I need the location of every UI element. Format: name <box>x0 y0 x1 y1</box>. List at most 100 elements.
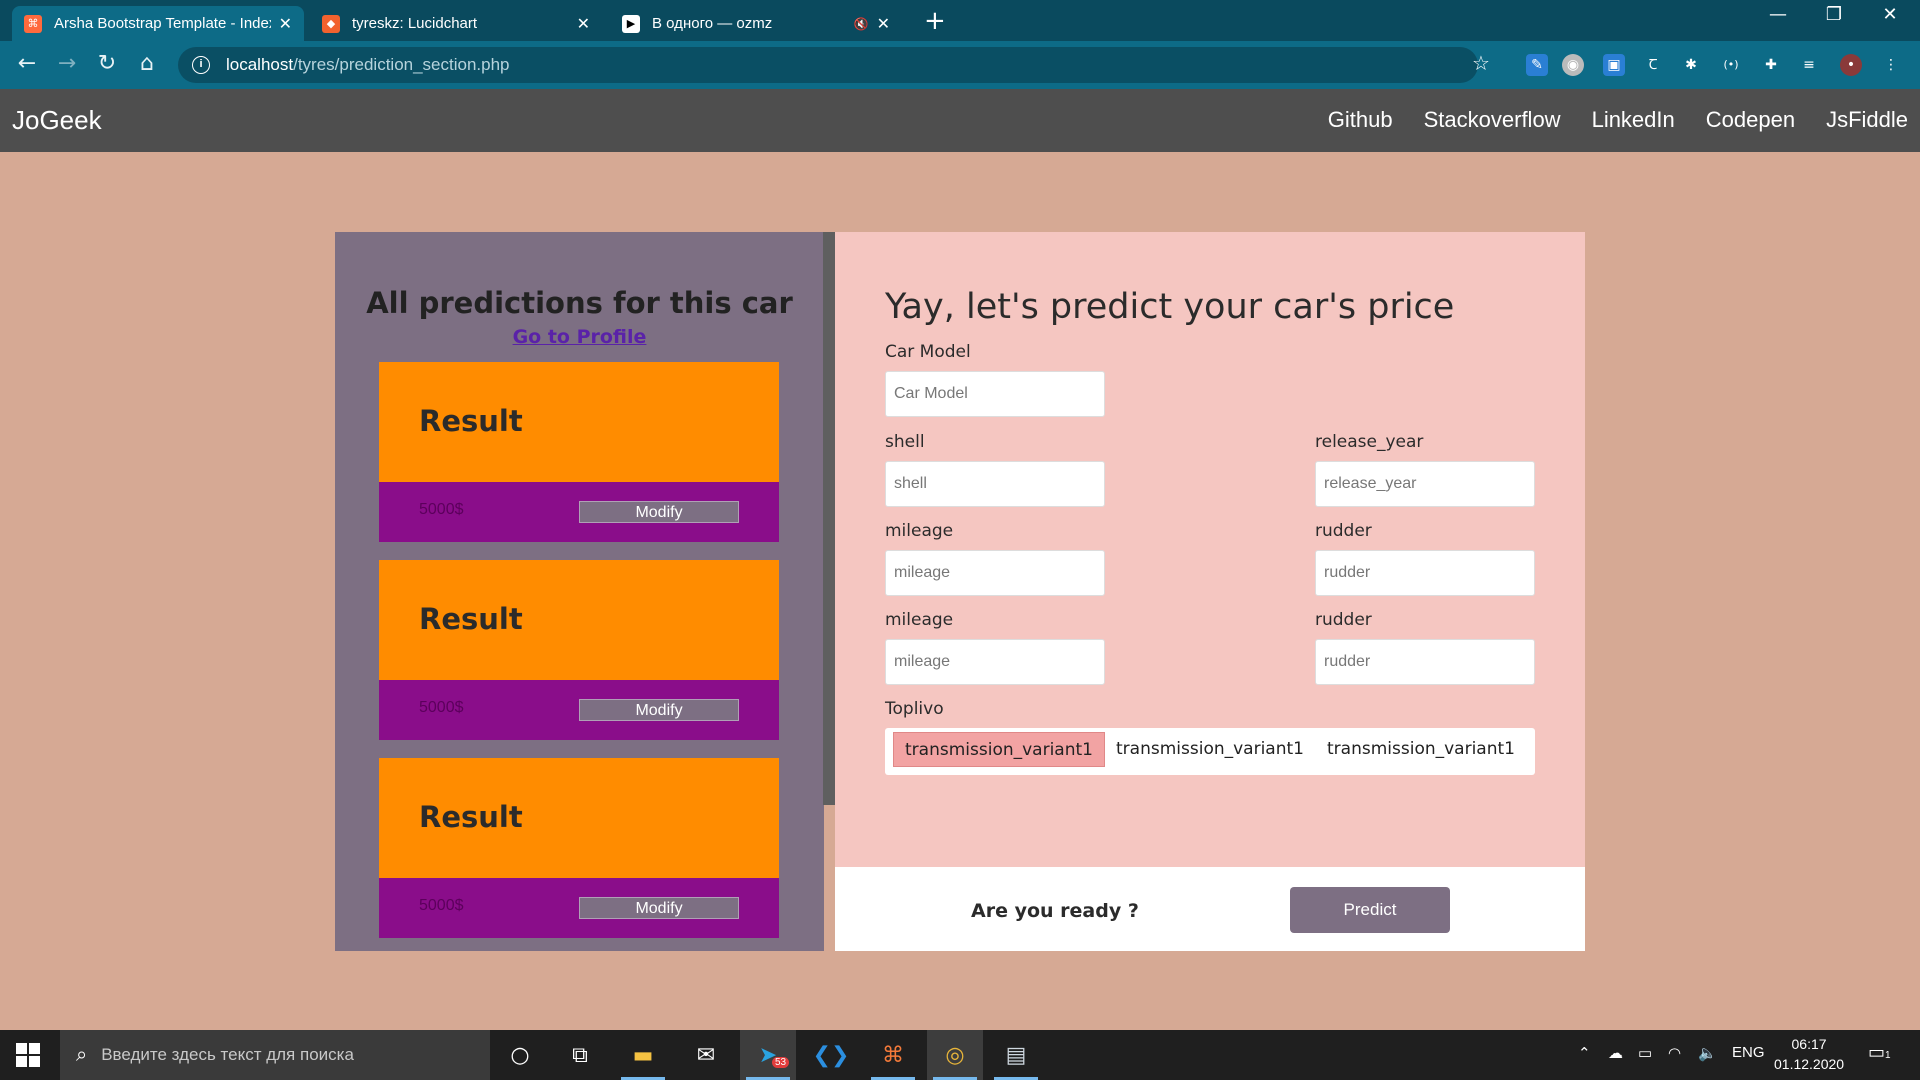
nav-link-codepen[interactable]: Codepen <box>1706 107 1795 133</box>
wifi-icon[interactable]: ◠ <box>1668 1044 1681 1062</box>
telegram-icon[interactable]: ➤ 53 <box>740 1030 796 1080</box>
card-price: 5000$ <box>419 897 464 914</box>
close-window-icon[interactable]: ✕ <box>1870 4 1910 25</box>
release-year-label: release_year <box>1315 432 1424 452</box>
rudder-label: rudder <box>1315 521 1372 541</box>
tab-title: В одного — ozmz <box>652 15 773 32</box>
search-icon: ⌕ <box>76 1043 88 1066</box>
language-indicator[interactable]: ENG <box>1732 1044 1765 1061</box>
extension-icon[interactable]: ✱ <box>1680 54 1702 76</box>
nav-link-github[interactable]: Github <box>1328 107 1393 133</box>
notification-icon[interactable]: ▭1 <box>1868 1042 1891 1063</box>
close-icon[interactable]: ✕ <box>877 14 890 34</box>
modify-button[interactable]: Modify <box>579 897 739 919</box>
browser-tabstrip: ⌘ Arsha Bootstrap Template - Index ✕ ◆ t… <box>0 0 1920 41</box>
battery-icon[interactable]: ▭ <box>1638 1044 1652 1062</box>
mileage-label: mileage <box>885 521 954 541</box>
url-path: /tyres/prediction_section.php <box>293 55 510 74</box>
puzzle-icon[interactable]: ✚ <box>1760 54 1782 76</box>
predict-button[interactable]: Predict <box>1290 887 1450 933</box>
release-year-input[interactable]: release_year <box>1315 461 1535 507</box>
cloud-icon[interactable]: ☁ <box>1608 1044 1623 1062</box>
rudder-label: rudder <box>1315 610 1372 630</box>
extension-icon[interactable]: ✎ <box>1526 54 1548 76</box>
extension-icon[interactable]: (•) <box>1720 54 1742 76</box>
avatar[interactable]: • <box>1840 54 1862 76</box>
vscode-icon[interactable]: ❮❯ <box>803 1030 859 1080</box>
taskbar-search[interactable]: ⌕ Введите здесь текст для поиска <box>60 1030 490 1080</box>
scrollbar[interactable] <box>823 232 835 805</box>
xampp-icon[interactable]: ⌘ <box>865 1030 921 1080</box>
site-navbar: JoGeek Github Stackoverflow LinkedIn Cod… <box>0 89 1920 152</box>
chevron-up-icon[interactable]: ⌃ <box>1578 1044 1591 1062</box>
rudder-input[interactable]: rudder <box>1315 550 1535 596</box>
tab-title: tyreskz: Lucidchart <box>352 15 478 32</box>
database-icon[interactable]: ▤ <box>988 1030 1044 1080</box>
new-tab-button[interactable]: + <box>924 6 946 36</box>
mileage-label: mileage <box>885 610 954 630</box>
profile-link[interactable]: Go to Profile <box>335 326 824 348</box>
nav-link-stackoverflow[interactable]: Stackoverflow <box>1424 107 1561 133</box>
bookmark-star-icon[interactable]: ☆ <box>1472 51 1490 75</box>
file-explorer-icon[interactable]: ▬ <box>615 1030 671 1080</box>
card-label: Result <box>419 602 523 636</box>
mute-icon[interactable]: 🔇 <box>854 17 869 31</box>
mileage-input[interactable]: mileage <box>885 550 1105 596</box>
predictions-title: All predictions for this car <box>366 286 793 320</box>
tab-lucidchart[interactable]: ◆ tyreskz: Lucidchart ✕ <box>310 6 602 41</box>
restore-icon[interactable]: ❐ <box>1814 4 1854 25</box>
play-icon: ▶ <box>622 14 640 33</box>
extension-icon[interactable]: ◉ <box>1562 54 1584 76</box>
toplivo-option[interactable]: transmission_variant1 <box>893 732 1105 767</box>
clock[interactable]: 06:17 01.12.2020 <box>1774 1034 1844 1074</box>
site-info-icon[interactable]: i <box>192 56 210 74</box>
task-view-icon[interactable]: ⧉ <box>552 1030 608 1080</box>
car-model-label: Car Model <box>885 342 971 362</box>
tab-ozmz[interactable]: ▶ В одного — ozmz 🔇 ✕ <box>610 6 902 41</box>
card-price: 5000$ <box>419 501 464 518</box>
cortana-icon[interactable]: ○ <box>492 1030 548 1080</box>
card-label: Result <box>419 404 523 438</box>
extension-icon[interactable]: Ꞇ <box>1642 54 1664 76</box>
nav-links: Github Stackoverflow LinkedIn Codepen Js… <box>1328 107 1908 133</box>
toplivo-option[interactable]: transmission_variant1 <box>1104 732 1316 767</box>
menu-icon[interactable]: ⋮ <box>1880 54 1902 76</box>
ready-text: Are you ready ? <box>971 900 1139 922</box>
rudder-input[interactable]: rudder <box>1315 639 1535 685</box>
xampp-icon: ⌘ <box>24 14 42 33</box>
telegram-badge: 53 <box>772 1057 790 1068</box>
minimize-icon[interactable]: — <box>1758 4 1798 25</box>
close-icon[interactable]: ✕ <box>577 14 590 34</box>
predict-bar: Are you ready ? Predict <box>835 867 1585 951</box>
mileage-input[interactable]: mileage <box>885 639 1105 685</box>
chrome-icon[interactable]: ◎ <box>927 1030 983 1080</box>
modify-button[interactable]: Modify <box>579 699 739 721</box>
windows-taskbar: ⌕ Введите здесь текст для поиска ○ ⧉ ▬ ✉… <box>0 1030 1920 1080</box>
forward-icon[interactable]: → <box>52 51 82 76</box>
volume-icon[interactable]: 🔈 <box>1698 1044 1717 1062</box>
clock-date: 01.12.2020 <box>1774 1056 1845 1072</box>
mail-icon[interactable]: ✉ <box>678 1030 734 1080</box>
prediction-card: Result 5000$ Modify <box>379 758 779 938</box>
modify-button[interactable]: Modify <box>579 501 739 523</box>
lucidchart-icon: ◆ <box>322 14 340 33</box>
browser-toolbar: ← → ↻ ⌂ i localhost/tyres/prediction_sec… <box>0 41 1920 89</box>
tab-title: Arsha Bootstrap Template - Index <box>54 15 271 32</box>
nav-link-jsfiddle[interactable]: JsFiddle <box>1826 107 1908 133</box>
shell-input[interactable]: shell <box>885 461 1105 507</box>
windows-start-icon[interactable] <box>16 1043 40 1067</box>
nav-link-linkedin[interactable]: LinkedIn <box>1592 107 1675 133</box>
back-icon[interactable]: ← <box>12 51 42 76</box>
reload-icon[interactable]: ↻ <box>92 51 122 76</box>
toplivo-segmented-control: transmission_variant1 transmission_varia… <box>885 728 1535 775</box>
toplivo-option[interactable]: transmission_variant1 <box>1315 732 1527 767</box>
reading-list-icon[interactable]: ≡ <box>1798 54 1820 76</box>
close-icon[interactable]: ✕ <box>279 14 292 34</box>
home-icon[interactable]: ⌂ <box>132 51 162 76</box>
address-bar[interactable]: i localhost/tyres/prediction_section.php <box>178 47 1478 83</box>
tab-arsha[interactable]: ⌘ Arsha Bootstrap Template - Index ✕ <box>12 6 304 41</box>
car-model-input[interactable]: Car Model <box>885 371 1105 417</box>
form-title: Yay, let's predict your car's price <box>885 287 1455 327</box>
brand-logo[interactable]: JoGeek <box>12 105 102 136</box>
extension-icon[interactable]: ▣ <box>1603 54 1625 76</box>
